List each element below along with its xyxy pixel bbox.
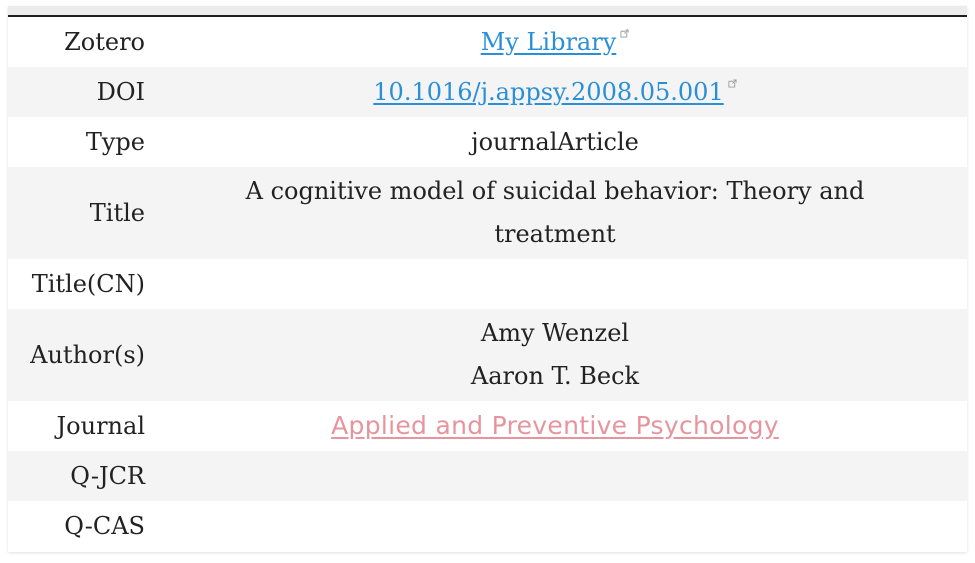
row-type: Type journalArticle xyxy=(8,117,967,167)
value-authors: Amy Wenzel Aaron T. Beck xyxy=(145,312,967,398)
my-library-link[interactable]: My Library xyxy=(481,28,617,56)
row-journal: Journal Applied and Preventive Psycholog… xyxy=(8,401,967,451)
label-zotero: Zotero xyxy=(64,28,145,56)
author-name: Amy Wenzel xyxy=(480,319,630,347)
row-title: Title A cognitive model of suicidal beha… xyxy=(8,167,967,259)
doi-link[interactable]: 10.1016/j.appsy.2008.05.001 xyxy=(373,78,723,106)
row-title-cn: Title(CN) xyxy=(8,259,967,309)
external-link-icon xyxy=(728,78,737,88)
value-doi: 10.1016/j.appsy.2008.05.001 xyxy=(145,71,967,114)
label-journal: Journal xyxy=(56,412,145,440)
label-title: Title xyxy=(89,199,145,227)
value-journal: Applied and Preventive Psychology xyxy=(145,404,967,448)
label-authors: Author(s) xyxy=(30,341,145,369)
value-title: A cognitive model of suicidal behavior: … xyxy=(145,170,967,256)
label-title-cn: Title(CN) xyxy=(31,270,145,298)
label-type: Type xyxy=(85,128,145,156)
title-line-2: treatment xyxy=(494,220,616,248)
journal-link[interactable]: Applied and Preventive Psychology xyxy=(331,411,779,440)
row-zotero: Zotero My Library xyxy=(8,17,967,67)
table-header-band xyxy=(8,6,967,17)
label-q-cas: Q-CAS xyxy=(64,511,145,540)
author-name: Aaron T. Beck xyxy=(470,362,640,390)
metadata-table: Zotero My Library DOI 10.1016/j.appsy.20… xyxy=(8,6,967,552)
external-link-icon xyxy=(620,28,629,38)
row-q-jcr: Q-JCR xyxy=(8,451,967,501)
label-doi: DOI xyxy=(96,78,145,106)
title-line-1: A cognitive model of suicidal behavior: … xyxy=(245,177,865,205)
row-q-cas: Q-CAS xyxy=(8,501,967,550)
row-doi: DOI 10.1016/j.appsy.2008.05.001 xyxy=(8,67,967,117)
value-type: journalArticle xyxy=(471,127,639,156)
value-zotero: My Library xyxy=(145,21,967,64)
row-authors: Author(s) Amy Wenzel Aaron T. Beck xyxy=(8,309,967,401)
label-q-jcr: Q-JCR xyxy=(70,462,145,490)
